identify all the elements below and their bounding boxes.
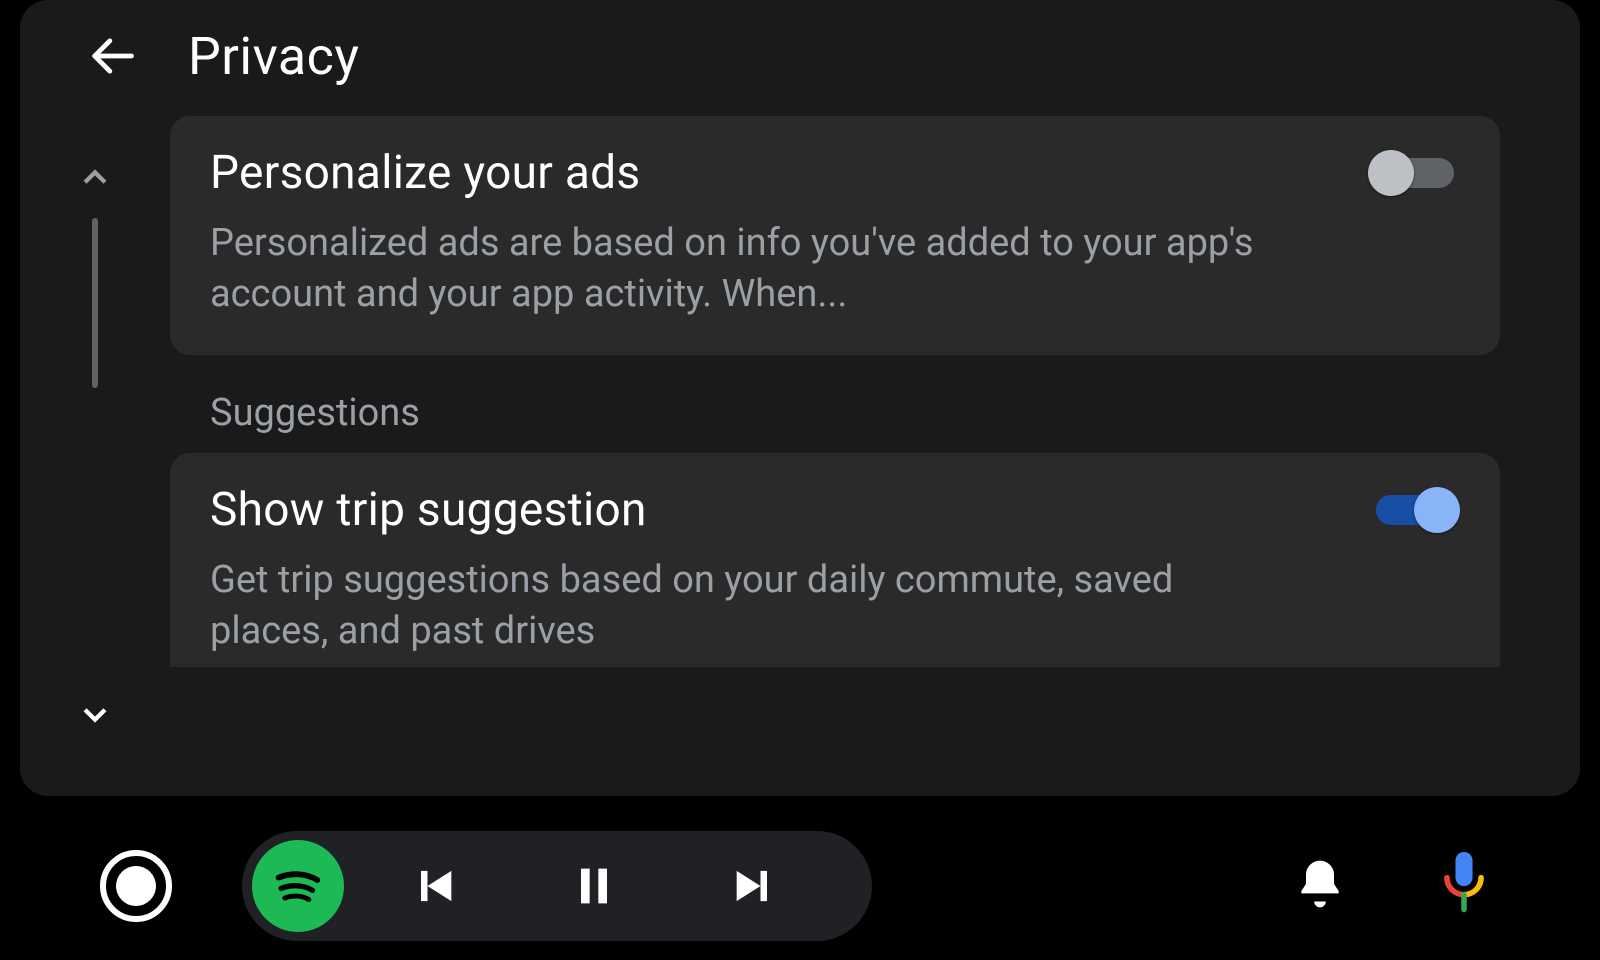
setting-description: Get trip suggestions based on your daily… [210,555,1270,658]
setting-title: Show trip suggestion [210,483,647,537]
system-bar [0,812,1600,960]
launcher-button[interactable] [100,850,172,922]
media-controls [242,831,872,941]
scroll-up-button[interactable] [75,158,115,198]
toggle-knob [1414,487,1460,533]
scrollbar-thumb[interactable] [92,218,98,388]
toggle-personalize-ads[interactable] [1368,150,1460,196]
scrollbar[interactable] [92,218,98,614]
launcher-icon [116,866,156,906]
notifications-button[interactable] [1292,856,1348,916]
setting-description: Personalized ads are based on info you'v… [210,218,1270,321]
scroll-column [20,98,170,794]
next-track-button[interactable] [674,860,834,912]
settings-screen: Privacy Personalize your ads [20,0,1580,796]
spotify-icon[interactable] [252,840,344,932]
settings-list: Personalize your ads Personalized ads ar… [170,98,1580,794]
status-icons [1292,852,1600,920]
back-button[interactable] [80,24,144,88]
setting-title: Personalize your ads [210,146,640,200]
toggle-knob [1368,150,1414,196]
setting-trip-suggestion[interactable]: Show trip suggestion Get trip suggestion… [170,453,1500,668]
page-title: Privacy [188,26,359,87]
section-label-suggestions: Suggestions [210,391,1500,435]
scroll-down-button[interactable] [75,694,115,734]
toggle-trip-suggestion[interactable] [1368,487,1460,533]
settings-body: Personalize your ads Personalized ads ar… [20,98,1580,794]
previous-track-button[interactable] [354,860,514,912]
assistant-mic-button[interactable] [1438,852,1490,920]
setting-personalize-ads[interactable]: Personalize your ads Personalized ads ar… [170,116,1500,355]
pause-button[interactable] [514,860,674,912]
header: Privacy [20,0,1580,98]
